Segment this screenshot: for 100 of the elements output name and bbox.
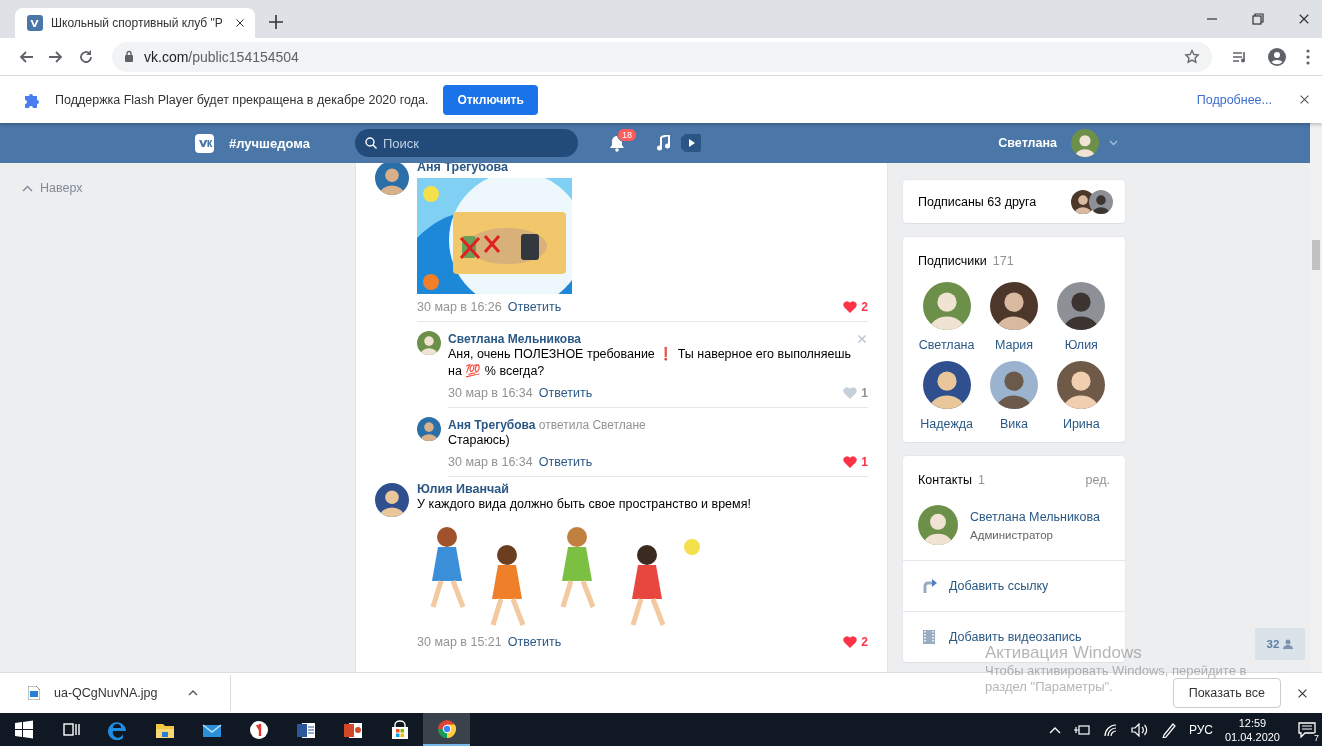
taskbar-app[interactable] — [423, 713, 470, 746]
address-field[interactable]: vk.com/public154154504 — [112, 41, 1212, 72]
heart-icon[interactable] — [843, 636, 858, 648]
avatar[interactable] — [1057, 361, 1106, 409]
shopping-bag-icon — [389, 719, 410, 740]
contact-role: Администратор — [970, 528, 1054, 541]
comment-text: Стараюсь) — [448, 432, 511, 449]
like-count: 2 — [861, 635, 868, 649]
activation-text: Чтобы активировать Windows, перейдите в — [985, 663, 1247, 679]
like-count: 1 — [861, 386, 868, 400]
wifi-icon[interactable] — [1102, 722, 1119, 737]
avatar[interactable] — [1057, 282, 1106, 330]
author-name[interactable]: Светлана Мельникова — [448, 332, 582, 346]
activation-text: раздел "Параметры". — [985, 679, 1113, 695]
chevron-down-icon[interactable] — [1109, 140, 1118, 146]
forward-icon[interactable] — [48, 48, 64, 65]
follower-name[interactable]: Мария — [994, 338, 1034, 352]
account-icon[interactable] — [1268, 47, 1286, 66]
section-title[interactable]: Контакты — [918, 473, 972, 487]
comment-date: 30 мар в 16:34 — [448, 386, 533, 400]
heart-icon[interactable] — [843, 301, 858, 313]
like-count: 2 — [861, 300, 868, 314]
follower-name[interactable]: Ирина — [1062, 417, 1100, 431]
close-icon[interactable] — [1297, 687, 1308, 699]
chevron-up-icon[interactable] — [188, 690, 198, 696]
activation-title: Активация Windows — [985, 643, 1142, 663]
power-icon[interactable] — [1072, 722, 1091, 737]
more-link[interactable]: Подробнее... — [1196, 92, 1272, 107]
e-logo-icon — [107, 719, 128, 740]
comment-text: У каждого вида должно быть свое пространство и время! — [417, 496, 752, 513]
author-name[interactable]: Юлия Иванчай — [417, 482, 509, 496]
site-icon — [27, 15, 43, 31]
avatar[interactable] — [417, 417, 441, 441]
notification-icon[interactable] — [1298, 721, 1316, 738]
reload-icon[interactable] — [78, 48, 94, 65]
round-logo-icon — [248, 719, 269, 740]
reply-to-text: ответила Светлане — [537, 418, 646, 432]
search-icon — [365, 137, 377, 149]
author-name[interactable]: Аня Трегубова — [448, 418, 536, 432]
download-item[interactable]: ua-QCgNuvNA.jpg — [0, 675, 231, 711]
reply-link[interactable]: Ответить — [538, 455, 593, 469]
comment-date: 30 мар в 15:21 — [417, 635, 502, 649]
pen-icon[interactable] — [1160, 721, 1177, 738]
person-icon — [1283, 639, 1294, 649]
lock-icon — [124, 50, 134, 63]
avatar[interactable] — [1089, 189, 1113, 214]
section-title[interactable]: Подписчики — [918, 254, 987, 268]
avatar[interactable] — [990, 282, 1038, 330]
friends-card[interactable]: Подписаны 63 друга — [903, 180, 1125, 223]
comment-text: Аня, очень ПОЛЕЗНОЕ требование ❗ Ты наверное его выполняешь на 💯 % всегда? — [448, 346, 853, 380]
follower-name[interactable]: Светлана — [918, 338, 975, 352]
reply-link[interactable]: Ответить — [507, 635, 562, 649]
user-name[interactable]: Светлана — [998, 136, 1057, 150]
heart-icon[interactable] — [843, 456, 858, 468]
language-indicator[interactable]: РУС — [1188, 722, 1213, 737]
logo-icon[interactable] — [195, 133, 214, 153]
close-icon[interactable] — [235, 18, 245, 28]
close-icon[interactable] — [1299, 94, 1310, 105]
comment-date: 30 мар в 16:26 — [417, 300, 502, 314]
add-video-link[interactable]: Добавить видеозапись — [923, 630, 1082, 644]
film-icon — [923, 630, 937, 644]
scrollbar[interactable] — [1310, 123, 1322, 672]
speaker-icon[interactable] — [1130, 722, 1149, 737]
contact-count: 1 — [978, 473, 985, 487]
friends-text[interactable]: Подписаны 63 друга — [918, 194, 1071, 209]
like-count: 1 — [861, 455, 868, 469]
menu-icon[interactable] — [1306, 48, 1310, 65]
close-icon[interactable] — [1298, 13, 1310, 25]
circle-logo-icon — [436, 718, 457, 739]
back-icon[interactable] — [18, 48, 34, 65]
notification-count: 7 — [1312, 732, 1321, 743]
clock-date[interactable]: 01.04.2020 — [1224, 729, 1280, 744]
new-tab-icon[interactable] — [269, 15, 283, 29]
avatar[interactable] — [375, 483, 409, 517]
avatar[interactable] — [922, 361, 971, 409]
chevron-up-icon — [22, 184, 33, 192]
site-title[interactable]: #лучшедома — [229, 135, 310, 151]
follower-name[interactable]: Вика — [1000, 417, 1028, 431]
info-message: Поддержка Flash Player будет прекращена в декабре 2020 года. — [55, 92, 429, 107]
disable-button[interactable]: Отключить — [443, 84, 538, 115]
contact-name[interactable]: Светлана Мельникова — [970, 509, 1100, 524]
clock-time[interactable]: 12:59 — [1238, 715, 1267, 730]
comment-date: 30 мар в 16:34 — [448, 455, 533, 469]
video-icon[interactable] — [681, 134, 701, 152]
reply-link[interactable]: Ответить — [507, 300, 562, 314]
search-field[interactable]: Поиск — [355, 129, 578, 157]
restore-icon[interactable] — [1252, 13, 1264, 25]
address-text[interactable]: vk.com/public154154504 — [144, 48, 1174, 65]
music-icon[interactable] — [656, 135, 670, 151]
follower-name[interactable]: Надежда — [920, 417, 973, 431]
avatar[interactable] — [990, 361, 1038, 409]
star-icon[interactable] — [1184, 48, 1200, 65]
avatar[interactable] — [375, 163, 409, 195]
windows-logo-icon — [13, 719, 34, 740]
browser-tab[interactable]: Школьный спортивный клуб "Р — [15, 8, 255, 38]
follower-name[interactable]: Юлия — [1064, 338, 1098, 352]
arrow-icon — [923, 579, 937, 593]
add-link-link[interactable]: Добавить ссылку — [923, 579, 1049, 593]
show-all-button[interactable]: Показать все — [1172, 678, 1281, 708]
reply-link[interactable]: Ответить — [538, 386, 593, 400]
